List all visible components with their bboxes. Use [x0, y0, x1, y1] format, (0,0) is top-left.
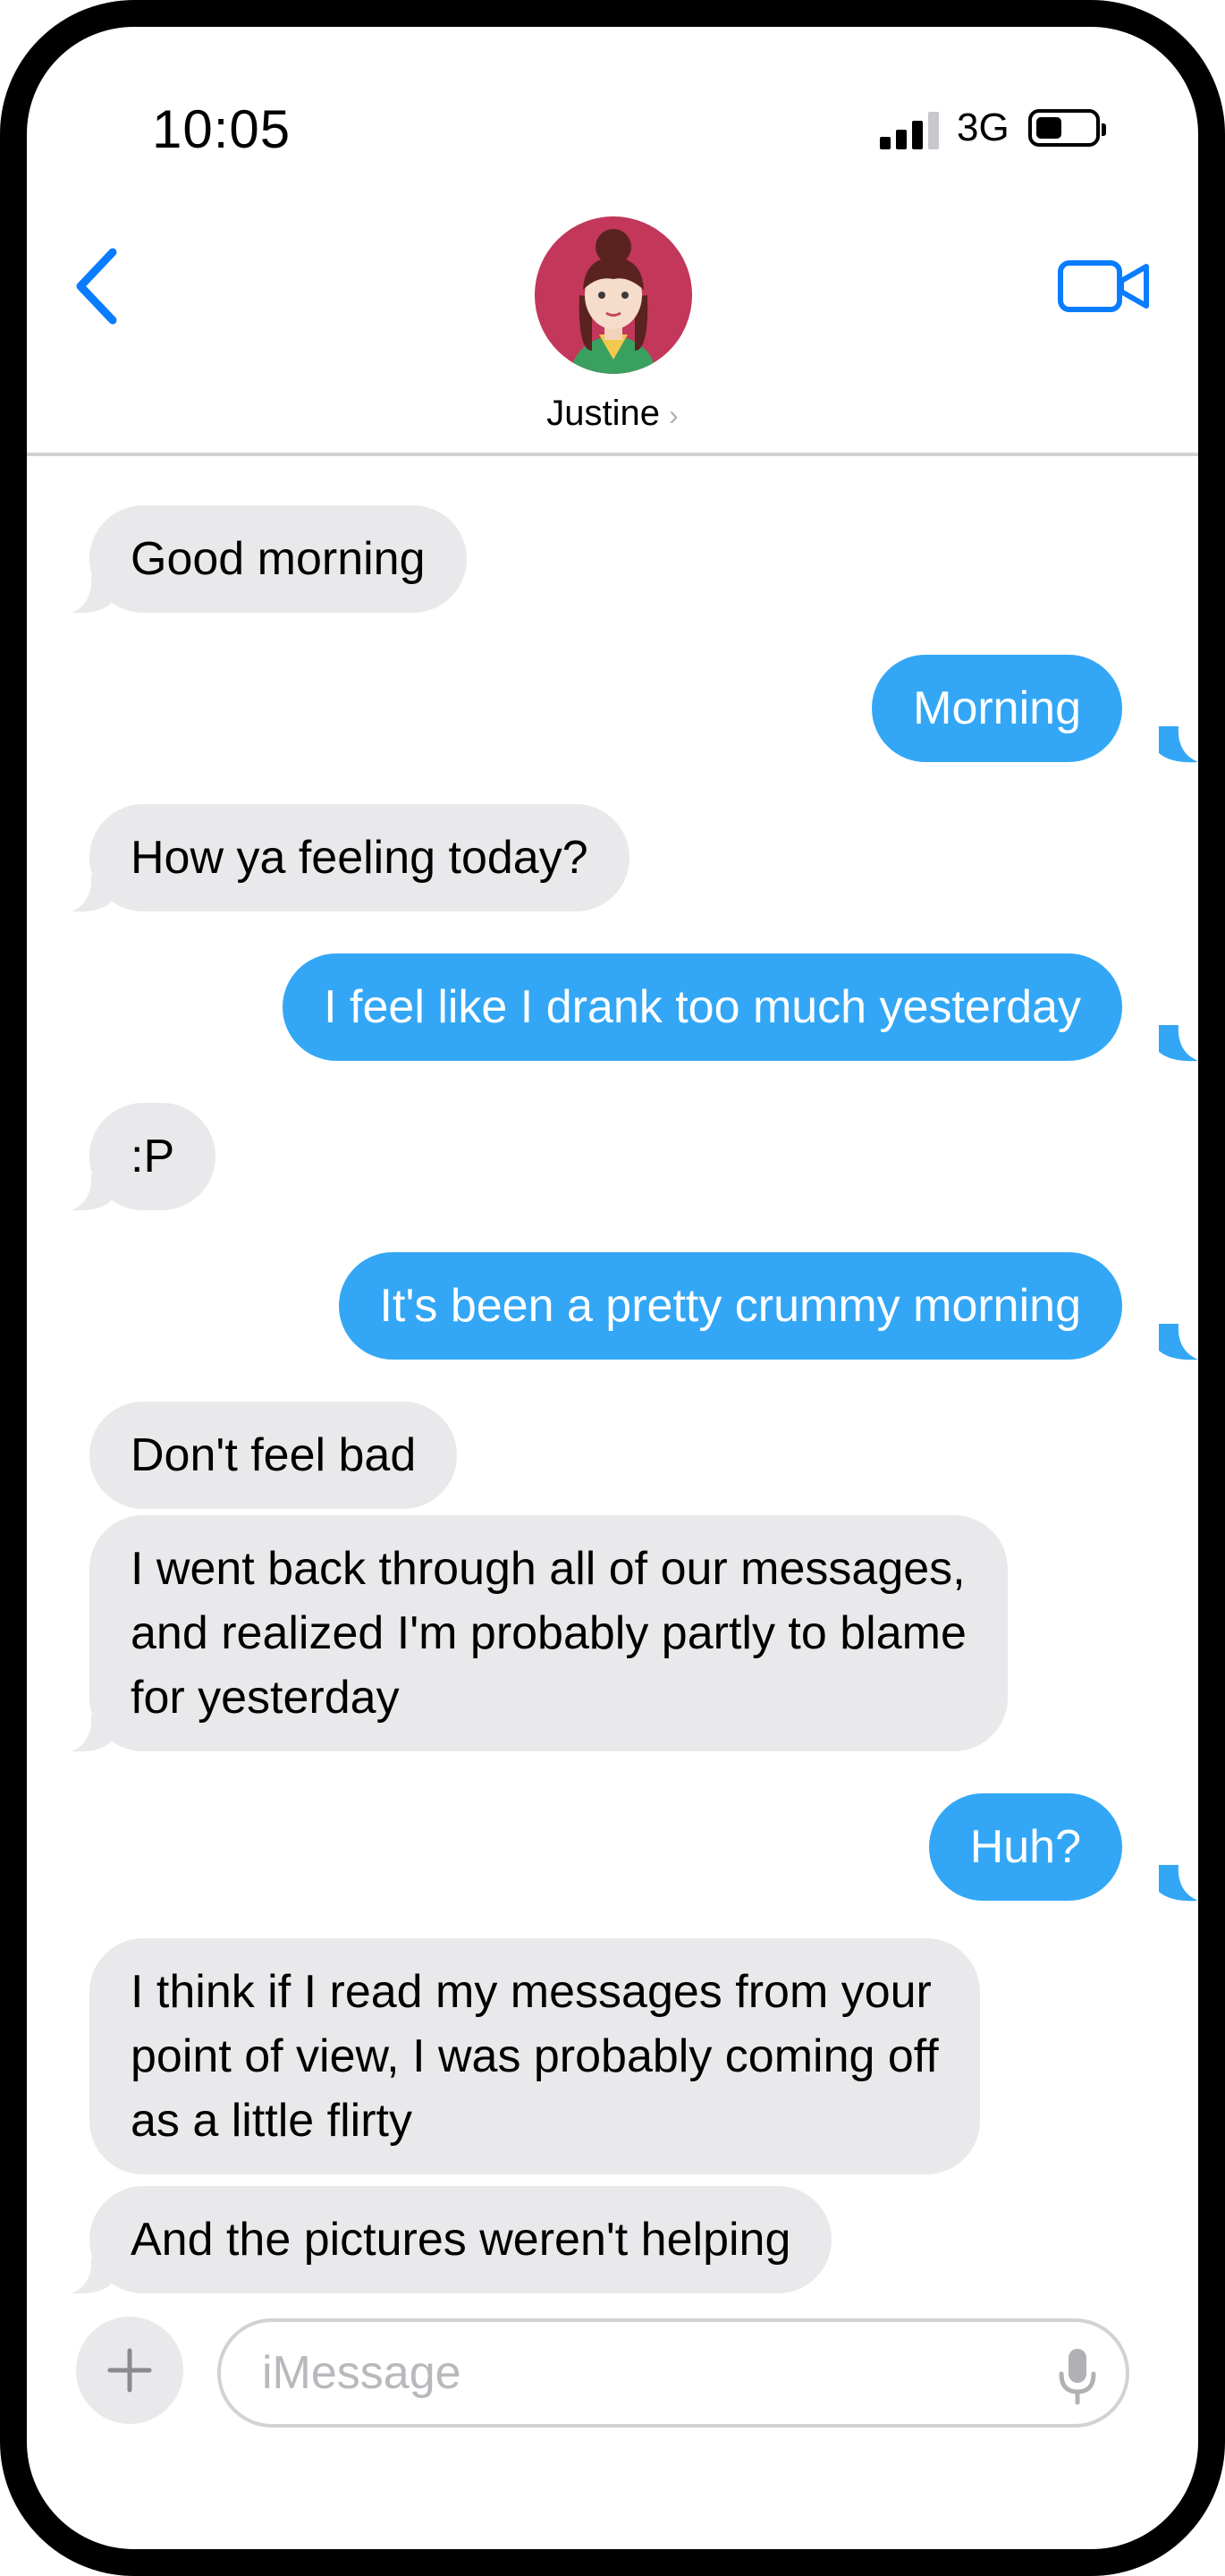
message-bubble-incoming[interactable]: I went back through all of our messages,…	[89, 1515, 1008, 1751]
bubble-tail	[1159, 1324, 1198, 1360]
status-bar: 10:05 3G	[27, 27, 1198, 206]
network-type: 3G	[957, 106, 1010, 149]
avatar-illustration	[535, 216, 692, 374]
plus-icon	[107, 2348, 152, 2393]
dictation-button[interactable]	[1055, 2345, 1100, 2408]
facetime-video-button[interactable]	[1055, 250, 1153, 322]
message-bubble-outgoing[interactable]: I feel like I drank too much yesterday	[283, 953, 1122, 1061]
message-bubble-incoming[interactable]: Good morning	[89, 505, 467, 613]
message-bubble-incoming[interactable]: I think if I read my messages from your …	[89, 1938, 980, 2174]
bubble-tail	[72, 1716, 111, 1752]
bubble-tail	[1159, 726, 1198, 763]
chevron-right-icon: ›	[669, 399, 679, 431]
bubble-tail	[1159, 1025, 1198, 1062]
message-bubble-incoming[interactable]: Don't feel bad	[89, 1402, 458, 1509]
chevron-left-icon	[76, 248, 117, 325]
conversation-header: Justine ›	[27, 206, 1198, 456]
battery-icon	[1028, 109, 1106, 147]
video-camera-icon	[1058, 260, 1149, 312]
microphone-icon	[1059, 2349, 1096, 2405]
cellular-signal-icon	[880, 112, 942, 149]
message-bubble-incoming[interactable]: And the pictures weren't helping	[89, 2186, 832, 2293]
phone-frame: 10:05 3G Justine › Good morning Morning …	[0, 0, 1225, 2576]
status-time: 10:05	[152, 99, 291, 159]
bubble-tail	[72, 577, 111, 614]
bubble-tail	[72, 876, 111, 912]
bubble-tail	[1159, 1865, 1198, 1902]
contact-name-row[interactable]: Justine ›	[27, 394, 1198, 434]
message-bubble-outgoing[interactable]: It's been a pretty crummy morning	[338, 1252, 1122, 1360]
contact-name: Justine	[546, 394, 661, 433]
imessage-input[interactable]	[217, 2318, 1129, 2428]
contact-avatar[interactable]	[535, 216, 692, 374]
apps-plus-button[interactable]	[76, 2317, 183, 2424]
message-composer	[27, 2317, 1198, 2460]
bubble-tail	[72, 1174, 111, 1211]
message-thread[interactable]: Good morning Morning How ya feeling toda…	[27, 456, 1198, 2299]
message-bubble-incoming[interactable]: How ya feeling today?	[89, 804, 629, 911]
bubble-tail	[72, 2258, 111, 2294]
message-bubble-outgoing[interactable]: Morning	[872, 655, 1122, 762]
back-button[interactable]	[68, 242, 131, 331]
message-bubble-outgoing[interactable]: Huh?	[928, 1793, 1122, 1901]
